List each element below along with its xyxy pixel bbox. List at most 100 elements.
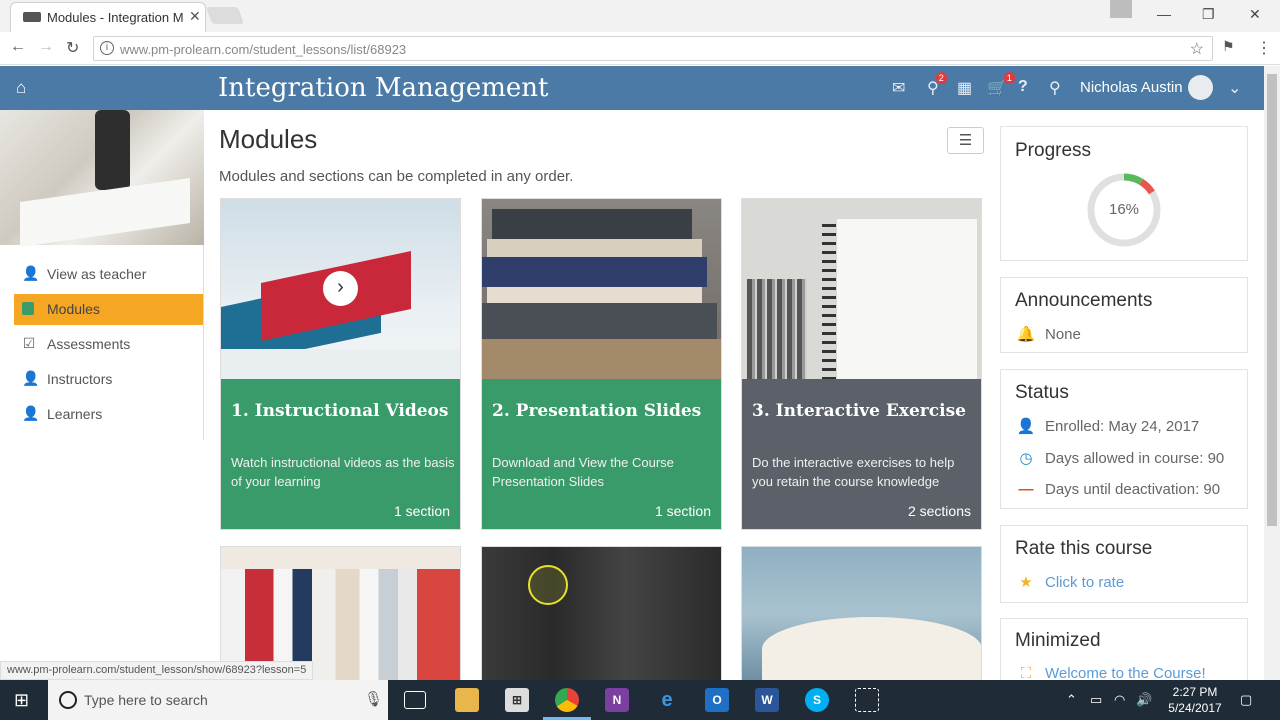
sidebar-nav: 👤 View as teacher Modules ☑ Assessments …: [0, 245, 204, 440]
action-center-icon[interactable]: ▢: [1240, 692, 1252, 708]
restore-icon[interactable]: ❐: [1202, 6, 1215, 23]
days-allowed: Days allowed in course: 90: [1045, 450, 1225, 467]
sidebar-item-view-as-teacher[interactable]: 👤 View as teacher: [14, 259, 203, 290]
course-banner-image: [0, 110, 204, 247]
site-info-icon[interactable]: i: [100, 41, 114, 55]
chevron-down-icon[interactable]: ⌄: [1228, 78, 1241, 98]
status-heading: Status: [1015, 382, 1069, 403]
site-favicon-icon: [23, 12, 41, 22]
microphone-icon[interactable]: 🎙: [364, 690, 383, 708]
module-card-3[interactable]: 3. Interactive Exercise Do the interacti…: [741, 198, 982, 530]
status-panel: Status 👤 Enrolled: May 24, 2017 ◷ Days all…: [1000, 369, 1248, 509]
taskbar-clock[interactable]: 2:27 PM 5/24/2017: [1160, 684, 1230, 716]
module-card-2[interactable]: 2. Presentation Slides Download and View…: [481, 198, 722, 530]
cart-badge: 1: [1003, 72, 1015, 84]
click-to-rate-link[interactable]: Click to rate: [1045, 574, 1124, 591]
close-window-icon[interactable]: ✕: [1249, 6, 1261, 23]
file-explorer-icon[interactable]: [455, 688, 479, 712]
word-icon[interactable]: W: [755, 688, 779, 712]
sidebar-item-assessments[interactable]: ☑ Assessments: [14, 329, 203, 360]
outlook-icon[interactable]: O: [705, 688, 729, 712]
help-icon[interactable]: ?: [1018, 78, 1028, 96]
clock-icon: ◷: [1019, 450, 1033, 467]
volume-icon[interactable]: 🔊: [1136, 692, 1152, 708]
search-icon[interactable]: ⚲: [1049, 78, 1061, 98]
module-section-count: 1 section: [654, 503, 711, 519]
list-view-button[interactable]: ☰: [947, 127, 984, 154]
new-tab-button[interactable]: [205, 7, 245, 24]
rate-panel: Rate this course ★ Click to rate: [1000, 525, 1248, 603]
module-card-5[interactable]: [481, 546, 722, 681]
chrome-icon[interactable]: [555, 688, 579, 712]
module-title: 1. Instructional Videos: [231, 401, 449, 421]
announcements-panel: Announcements 🔔 None: [1000, 277, 1248, 353]
page-scrollbar[interactable]: [1264, 66, 1280, 680]
cursor-highlight: [528, 565, 568, 605]
cortana-icon: [59, 691, 77, 709]
clock-time: 2:27 PM: [1172, 685, 1218, 699]
module-image: [742, 199, 981, 379]
taskbar-search[interactable]: Type here to search 🎙: [48, 680, 388, 720]
module-image: [742, 547, 981, 681]
snipping-tool-icon[interactable]: [855, 688, 879, 712]
taskbar-search-placeholder: Type here to search: [84, 692, 208, 708]
url-domain: www.pm-prolearn.com: [120, 42, 250, 57]
person-icon: 👤: [22, 405, 40, 421]
tray-chevron-icon[interactable]: ⌃: [1066, 692, 1077, 708]
module-section-count: 1 section: [393, 503, 450, 519]
module-section-count: 2 sections: [907, 503, 971, 519]
sidebar-item-modules[interactable]: Modules: [14, 294, 203, 325]
extension-icon[interactable]: ⚑: [1222, 38, 1235, 55]
minimize-icon[interactable]: —: [1157, 6, 1171, 22]
modules-icon: [22, 302, 34, 315]
notifications-icon[interactable]: ⚲ 2: [927, 72, 947, 98]
mail-icon[interactable]: ✉: [892, 78, 905, 98]
browser-tab[interactable]: Modules - Integration M ✕: [10, 2, 206, 32]
sidebar-item-label: View as teacher: [47, 266, 147, 282]
address-bar-row: ← → ↻ i www.pm-prolearn.com/student_less…: [0, 32, 1280, 65]
module-image: [482, 199, 721, 379]
task-view-icon[interactable]: [404, 691, 426, 709]
reload-icon[interactable]: ↻: [66, 38, 79, 58]
url-path: /student_lessons/list/68923: [249, 42, 407, 57]
status-bar-url: www.pm-prolearn.com/student_lesson/show/…: [0, 661, 314, 680]
module-card-6[interactable]: [741, 546, 982, 681]
calendar-icon[interactable]: ▦: [957, 78, 972, 98]
days-until-deactivation: Days until deactivation: 90: [1045, 481, 1221, 498]
wifi-icon[interactable]: ◠: [1114, 692, 1125, 708]
home-icon[interactable]: ⌂: [16, 78, 26, 98]
notifications-badge: 2: [935, 72, 947, 84]
user-name[interactable]: Nicholas Austin: [1080, 79, 1183, 96]
back-icon[interactable]: ←: [10, 38, 26, 56]
skype-icon[interactable]: S: [805, 688, 829, 712]
module-body: 1. Instructional Videos Watch instructio…: [221, 379, 460, 529]
store-icon[interactable]: ⊞: [505, 688, 529, 712]
chrome-menu-icon[interactable]: ⋮: [1256, 38, 1272, 58]
browser-title-bar: Modules - Integration M ✕ — ❐ ✕: [0, 0, 1280, 32]
cart-icon[interactable]: 🛒 1: [987, 72, 1015, 98]
app-header: ⌂ Integration Management ✉ ⚲ 2 ▦ 🛒 1 ? ⚲ N…: [0, 66, 1264, 110]
module-title: 2. Presentation Slides: [492, 401, 702, 421]
bookmark-star-icon[interactable]: ☆: [1190, 39, 1204, 59]
module-card-1[interactable]: › 1. Instructional Videos Watch instruct…: [220, 198, 461, 530]
open-module-button[interactable]: ›: [323, 271, 358, 306]
enrolled-date: Enrolled: May 24, 2017: [1045, 418, 1200, 435]
module-description: Do the interactive exercises to help you…: [752, 455, 955, 489]
scrollbar-thumb[interactable]: [1267, 74, 1277, 526]
battery-icon[interactable]: ▭: [1090, 692, 1102, 708]
announcements-value: None: [1045, 326, 1081, 343]
sidebar-item-instructors[interactable]: 👤 Instructors: [14, 364, 203, 395]
profile-icon[interactable]: [1110, 0, 1132, 18]
sidebar-item-learners[interactable]: 👤 Learners: [14, 399, 203, 430]
url-field[interactable]: i www.pm-prolearn.com/student_lessons/li…: [93, 36, 1213, 61]
module-body: 2. Presentation Slides Download and View…: [482, 379, 721, 529]
close-tab-icon[interactable]: ✕: [189, 8, 201, 25]
tab-title: Modules - Integration M: [47, 10, 183, 25]
edge-icon[interactable]: e: [655, 688, 679, 712]
windows-start-icon[interactable]: ⊞: [14, 690, 29, 711]
avatar[interactable]: [1188, 75, 1213, 100]
forward-icon[interactable]: →: [38, 38, 54, 56]
module-card-4[interactable]: [220, 546, 461, 681]
sidebar-item-label: Instructors: [47, 371, 113, 387]
onenote-icon[interactable]: N: [605, 688, 629, 712]
